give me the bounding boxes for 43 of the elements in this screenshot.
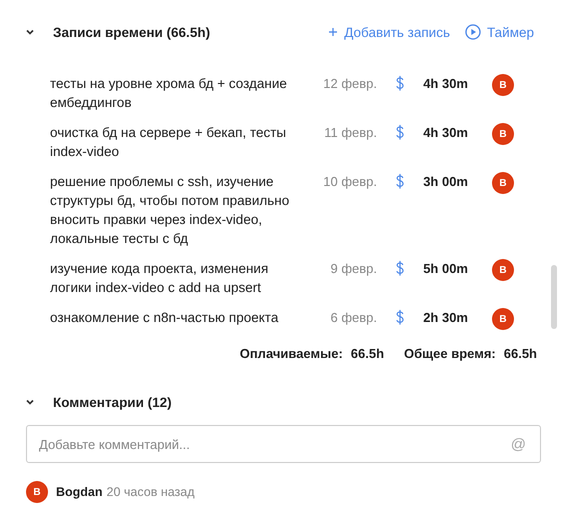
comment-time: 20 часов назад (106, 485, 195, 499)
plus-icon (328, 27, 338, 37)
comment-field[interactable]: Добавьте комментарий... @ (26, 425, 541, 463)
total-label: Оплачиваемые: (240, 346, 343, 360)
dollar-icon[interactable] (395, 309, 405, 326)
user-avatar: B (26, 481, 48, 503)
dollar-icon[interactable] (395, 124, 405, 141)
entry-date: 6 февр. (329, 309, 377, 327)
add-entry-button[interactable]: Добавить запись (328, 24, 450, 40)
play-icon (465, 24, 481, 40)
scrollbar-thumb[interactable] (551, 265, 557, 329)
entry-description: ознакомление с n8n-частью проекта (50, 309, 280, 327)
entry-description: тесты на уровне хрома бд + создание ембеддингов (50, 75, 288, 112)
user-avatar: B (492, 259, 514, 281)
entry-date: 9 февр. (329, 260, 377, 278)
chevron-icon[interactable] (25, 27, 35, 37)
entry-date: 10 февр. (322, 173, 377, 191)
entry-duration: 3h 00m (423, 173, 468, 191)
user-avatar: B (492, 74, 514, 96)
comment-author: Bogdan (56, 485, 103, 499)
entry-duration: 2h 30m (423, 309, 468, 327)
section-title: Комментарии (12) (53, 394, 172, 410)
timer-button[interactable]: Таймер (465, 24, 534, 40)
entry-description: решение проблемы с ssh, изучение структуры бд, чтобы потом правильно вносить правки через index-video, локальные тесты с бд (50, 173, 290, 248)
chevron-icon[interactable] (25, 397, 35, 407)
section-title: Записи времени (66.5h) (53, 24, 210, 40)
user-avatar: B (492, 172, 514, 194)
total-value: 66.5h (504, 346, 537, 360)
dollar-icon[interactable] (395, 173, 405, 190)
user-avatar: B (492, 308, 514, 330)
dollar-icon[interactable] (395, 260, 405, 277)
entry-duration: 4h 30m (423, 124, 468, 142)
total-label: Общее время: (404, 346, 496, 360)
user-avatar: B (492, 123, 514, 145)
mention-button[interactable]: @ (510, 436, 526, 452)
entry-duration: 5h 00m (423, 260, 468, 278)
entry-duration: 4h 30m (423, 75, 468, 93)
entry-description: изучение кода проекта, изменения логики index-video с add на upsert (50, 260, 270, 297)
entry-date: 11 февр. (323, 124, 377, 142)
dollar-icon[interactable] (395, 75, 405, 92)
entry-date: 12 февр. (322, 75, 377, 93)
total-value: 66.5h (350, 346, 384, 360)
entry-description: очистка бд на сервере + бекап, тесты index-video (50, 124, 288, 161)
